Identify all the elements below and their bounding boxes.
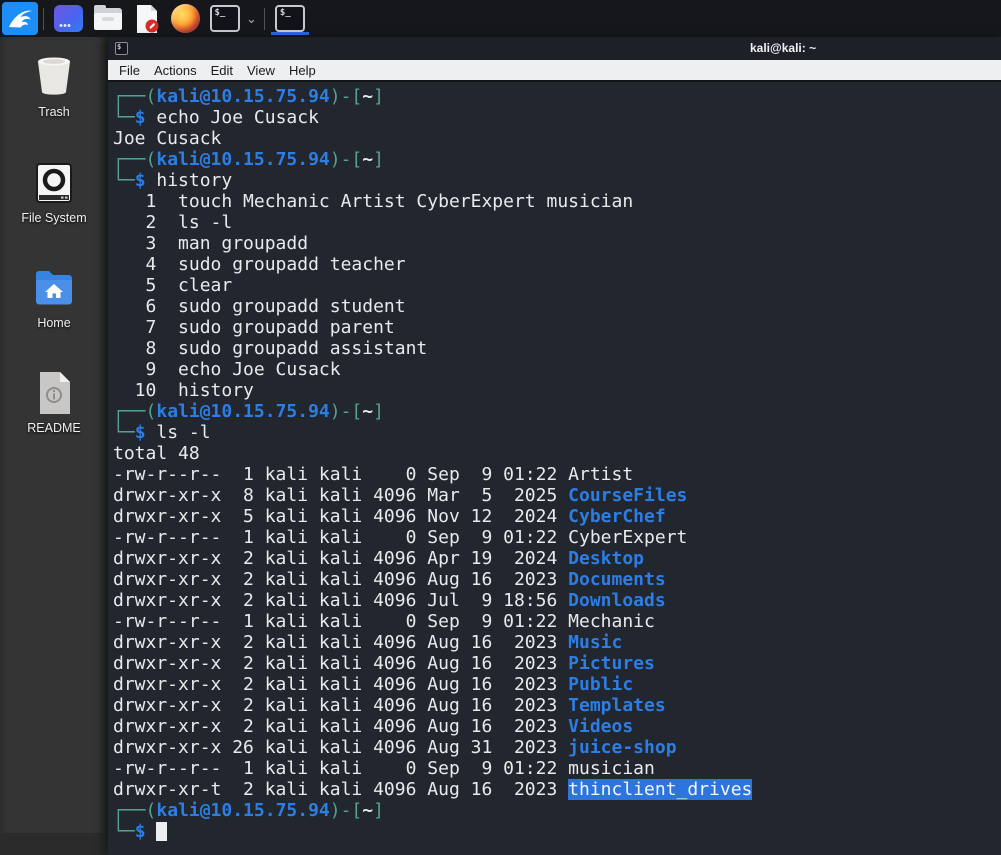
terminal-line: drwxr-xr-x 2 kali kali 4096 Aug 16 2023 …: [113, 716, 1001, 737]
terminal-line: └─$: [113, 821, 1001, 842]
menu-actions[interactable]: Actions: [147, 61, 204, 80]
terminal-line: -rw-r--r-- 1 kali kali 0 Sep 9 01:22 Cyb…: [113, 527, 1001, 548]
terminal-line: ┌──(kali@10.15.75.94)-[~]: [113, 149, 1001, 170]
taskbar-separator-2: [264, 8, 265, 30]
kali-dragon-icon: [7, 6, 33, 32]
terminal-line: ┌──(kali@10.15.75.94)-[~]: [113, 401, 1001, 422]
terminal-line: 5 clear: [113, 275, 1001, 296]
terminal-cursor: [156, 822, 167, 841]
terminal-line: drwxr-xr-x 2 kali kali 4096 Apr 19 2024 …: [113, 548, 1001, 569]
terminal-line: 10 history: [113, 380, 1001, 401]
menu-help[interactable]: Help: [282, 61, 323, 80]
terminal-line: ┌──(kali@10.15.75.94)-[~]: [113, 86, 1001, 107]
terminal-line: drwxr-xr-x 2 kali kali 4096 Aug 16 2023 …: [113, 632, 1001, 653]
window-terminal-icon: [115, 42, 128, 55]
app-launcher-purple[interactable]: [53, 4, 84, 33]
terminal-line: └─$ history: [113, 170, 1001, 191]
terminal-window: kali@kali: ~ File Actions Edit View Help…: [108, 38, 1001, 855]
terminal-line: drwxr-xr-x 2 kali kali 4096 Aug 16 2023 …: [113, 695, 1001, 716]
folder-icon: [93, 5, 123, 33]
desktop: Trash File System: [0, 37, 108, 855]
terminal-icon: [210, 5, 240, 32]
firefox-launcher[interactable]: [170, 4, 201, 33]
terminal-line: drwxr-xr-x 2 kali kali 4096 Aug 16 2023 …: [113, 569, 1001, 590]
terminal-line: 8 sudo groupadd assistant: [113, 338, 1001, 359]
terminal-window-task-button[interactable]: [270, 2, 310, 35]
desktop-icon-trash[interactable]: Trash: [0, 53, 108, 119]
trash-icon: [0, 53, 108, 101]
terminal-icon-active: [275, 5, 305, 32]
text-editor-launcher[interactable]: [131, 4, 162, 33]
drive-icon: [0, 159, 108, 207]
desktop-icon-label: Home: [0, 316, 108, 330]
file-manager-launcher[interactable]: [92, 4, 123, 33]
terminal-line: -rw-r--r-- 1 kali kali 0 Sep 9 01:22 Art…: [113, 464, 1001, 485]
terminal-line: -rw-r--r-- 1 kali kali 0 Sep 9 01:22 mus…: [113, 758, 1001, 779]
terminal-line: └─$ ls -l: [113, 422, 1001, 443]
menubar: File Actions Edit View Help: [108, 60, 1001, 82]
window-title: kali@kali: ~: [750, 41, 816, 55]
terminal-line: └─$ echo Joe Cusack: [113, 107, 1001, 128]
terminal-line: 9 echo Joe Cusack: [113, 359, 1001, 380]
terminal-line: 1 touch Mechanic Artist CyberExpert musi…: [113, 191, 1001, 212]
terminal-line: ┌──(kali@10.15.75.94)-[~]: [113, 800, 1001, 821]
desktop-bottom-band: [0, 833, 108, 855]
terminal-line: drwxr-xr-x 2 kali kali 4096 Jul 9 18:56 …: [113, 590, 1001, 611]
active-task-underline: [271, 32, 309, 35]
purple-app-icon: [54, 5, 83, 32]
terminal-line: drwxr-xr-x 2 kali kali 4096 Aug 16 2023 …: [113, 674, 1001, 695]
terminal-line: drwxr-xr-x 26 kali kali 4096 Aug 31 2023…: [113, 737, 1001, 758]
terminal-line: Joe Cusack: [113, 128, 1001, 149]
terminal-line: drwxr-xr-x 8 kali kali 4096 Mar 5 2025 C…: [113, 485, 1001, 506]
terminal-line: 7 sudo groupadd parent: [113, 317, 1001, 338]
terminal-line: 2 ls -l: [113, 212, 1001, 233]
terminal-line: drwxr-xr-t 2 kali kali 4096 Aug 16 2023 …: [113, 779, 1001, 800]
chevron-down-icon[interactable]: ⌄: [246, 11, 257, 27]
desktop-icon-label: README: [0, 421, 108, 435]
terminal-line: 4 sudo groupadd teacher: [113, 254, 1001, 275]
desktop-icon-home[interactable]: Home: [0, 264, 108, 330]
kali-desktop-screen: ⌄ Trash: [0, 0, 1001, 855]
menu-edit[interactable]: Edit: [204, 61, 240, 80]
readme-document-icon: [0, 369, 108, 417]
menu-view[interactable]: View: [240, 61, 282, 80]
desktop-icon-label: Trash: [0, 105, 108, 119]
terminal-line: -rw-r--r-- 1 kali kali 0 Sep 9 01:22 Mec…: [113, 611, 1001, 632]
terminal-launcher[interactable]: [209, 4, 240, 33]
window-titlebar[interactable]: kali@kali: ~: [108, 38, 1001, 60]
terminal-screen[interactable]: ┌──(kali@10.15.75.94)-[~]└─$ echo Joe Cu…: [108, 82, 1001, 853]
terminal-line: drwxr-xr-x 5 kali kali 4096 Nov 12 2024 …: [113, 506, 1001, 527]
terminal-line: 3 man groupadd: [113, 233, 1001, 254]
terminal-line: total 48: [113, 443, 1001, 464]
document-edit-icon: [133, 4, 161, 34]
desktop-icon-label: File System: [0, 211, 108, 225]
menu-file[interactable]: File: [112, 61, 147, 80]
taskbar: ⌄: [0, 0, 1001, 37]
kali-menu-button[interactable]: [2, 2, 38, 35]
home-folder-icon: [0, 264, 108, 312]
firefox-icon: [171, 4, 200, 33]
desktop-icon-file-system[interactable]: File System: [0, 159, 108, 225]
terminal-line: drwxr-xr-x 2 kali kali 4096 Aug 16 2023 …: [113, 653, 1001, 674]
desktop-icon-readme[interactable]: README: [0, 369, 108, 435]
terminal-line: 6 sudo groupadd student: [113, 296, 1001, 317]
taskbar-separator: [43, 8, 44, 30]
